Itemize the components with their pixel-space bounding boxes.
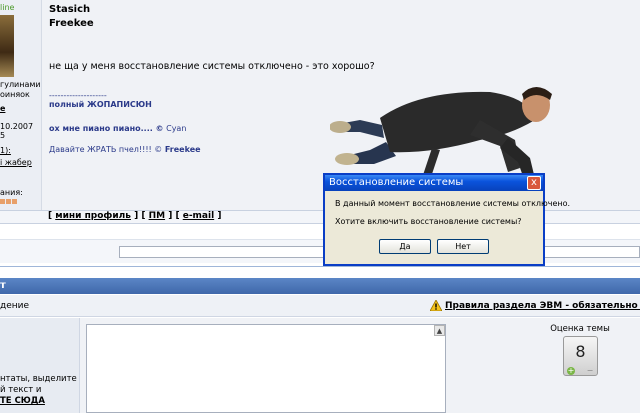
sidebar-line: 5: [0, 131, 6, 140]
sidebar-line: ания:: [0, 188, 23, 197]
close-icon[interactable]: x: [527, 176, 541, 190]
warning-icon: [429, 299, 443, 312]
divider: [0, 266, 640, 267]
section-header-bar: т: [0, 278, 640, 294]
reply-hint-line: й текст и: [0, 385, 42, 395]
reply-textarea[interactable]: ▲: [86, 324, 446, 413]
signature-quote: Давайте ЖРАТЬ пчел!!!! © Freekee: [49, 145, 201, 154]
dialog-question: Хотите включить восстановление системы?: [335, 217, 522, 226]
topic-rating-value: 8: [575, 342, 586, 361]
sidebar-line: гулинами: [0, 80, 41, 89]
post-author-name[interactable]: Stasich: [49, 4, 90, 15]
reply-hint-panel: нтаты, выделите й текст и ТЕ СЮДА: [0, 318, 80, 413]
sidebar-link[interactable]: е: [0, 104, 5, 113]
rules-row-label: дение: [0, 301, 30, 311]
sidebar-date: 10.2007: [0, 122, 34, 131]
quote-here-link[interactable]: ТЕ СЮДА: [0, 396, 45, 406]
rules-row: дение Правила раздела ЭВМ - обязательно …: [0, 295, 640, 317]
sidebar-link[interactable]: 1):: [0, 146, 11, 155]
email-link[interactable]: e-mail: [183, 211, 214, 221]
post-group: Freekee: [49, 18, 94, 29]
rate-up-icon[interactable]: +: [567, 367, 575, 375]
sidebar-line: оиняок: [0, 90, 30, 99]
rate-down-icon[interactable]: −: [586, 367, 594, 375]
signature-separator: --------------------: [49, 91, 107, 100]
signature-quote-author: Cyan: [166, 124, 187, 133]
no-button[interactable]: Нет: [437, 239, 489, 254]
post-message: не ща у меня восстановление системы откл…: [49, 61, 375, 72]
mini-profile-link[interactable]: мини профиль: [55, 211, 131, 221]
post-author-sidebar: line гулинами оиняок е 10.2007 5 1): і ж…: [0, 0, 42, 210]
avatar[interactable]: [0, 15, 14, 77]
rating-label: Оценка темы: [550, 324, 610, 334]
dialog-message: В данный момент восстановление системы о…: [335, 199, 571, 208]
reply-form: нтаты, выделите й текст и ТЕ СЮДА ▲ Оцен…: [0, 318, 640, 413]
signature-quote-text: Давайте ЖРАТЬ пчел!!!! ©: [49, 145, 163, 154]
post-footer-links: [ мини профиль ] [ ПМ ] [ e-mail ]: [48, 211, 222, 221]
topic-rating-widget: 8 + −: [563, 336, 598, 376]
online-status: line: [0, 3, 15, 12]
reputation-squares: [0, 197, 18, 206]
signature-quote: ох мне пиано пиано.... © Cyan: [49, 124, 186, 133]
section-header-label: т: [0, 280, 6, 291]
system-restore-dialog: Восстановление системы x В данный момент…: [323, 173, 570, 266]
dialog-titlebar[interactable]: Восстановление системы: [325, 175, 543, 191]
sidebar-link[interactable]: і жабер: [0, 158, 32, 167]
signature-line: полный ЖОПАПИСЮН: [49, 100, 152, 109]
signature-quote-author: Freekee: [164, 145, 201, 154]
yes-button[interactable]: Да: [379, 239, 431, 254]
signature-quote-text: ох мне пиано пиано.... ©: [49, 124, 164, 133]
dialog-title: Восстановление системы: [329, 177, 464, 188]
scroll-up-icon[interactable]: ▲: [434, 325, 445, 336]
reply-hint-line: нтаты, выделите: [0, 374, 77, 384]
rules-link[interactable]: Правила раздела ЭВМ - обязательно к о: [445, 301, 640, 311]
pm-link[interactable]: ПМ: [149, 211, 166, 221]
